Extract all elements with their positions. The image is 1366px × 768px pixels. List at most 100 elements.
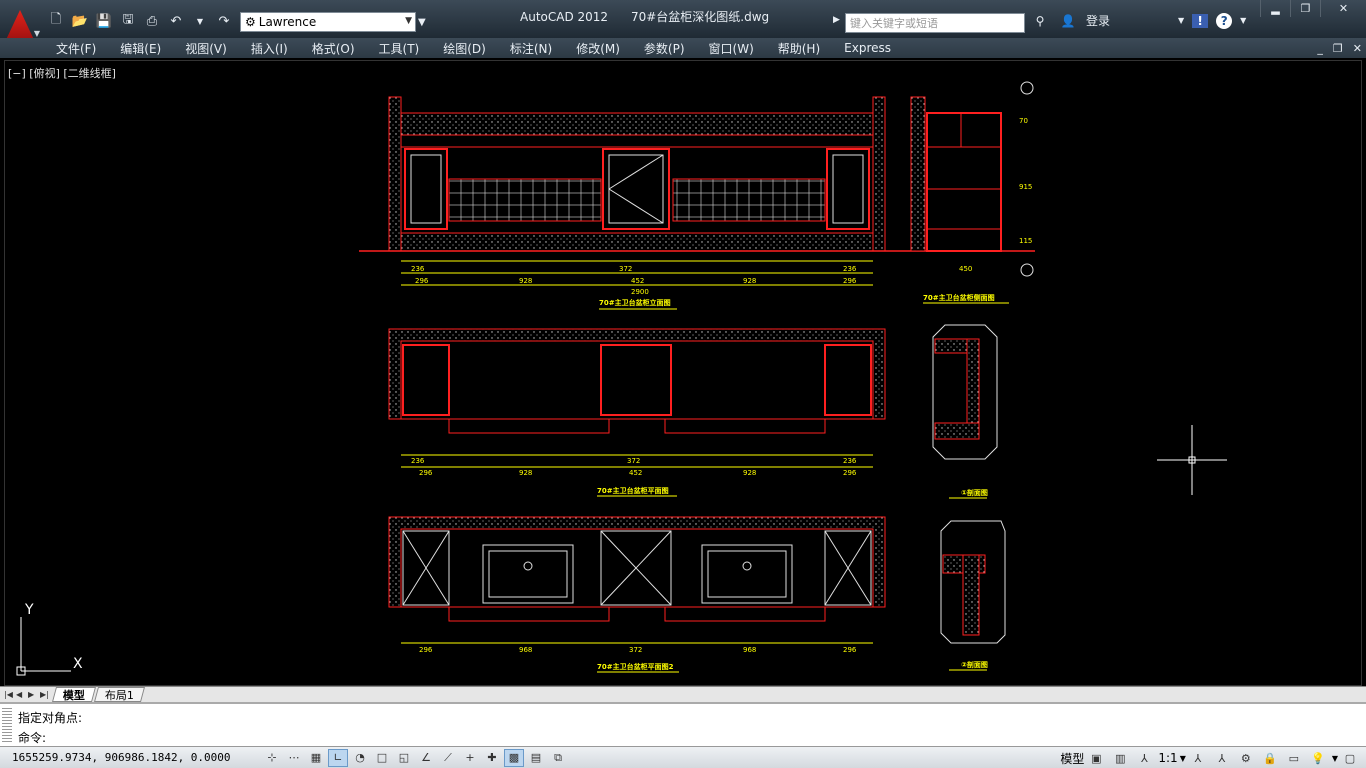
dynamic-input-icon[interactable]: + <box>460 749 480 767</box>
doc-restore-icon[interactable]: ❐ <box>1333 42 1343 55</box>
menu-item[interactable]: 编辑(E) <box>120 40 161 57</box>
dim-text: 928 <box>519 277 532 285</box>
cad-drawing: 236 372 236 296 928 452 928 296 2900 70#… <box>16 81 1227 676</box>
chevron-down-icon[interactable]: ▼ <box>1178 16 1184 25</box>
chevron-down-icon: ▼ <box>33 29 40 38</box>
command-grip[interactable] <box>2 708 12 744</box>
menu-item[interactable]: 插入(I) <box>251 40 288 57</box>
dim-text: 928 <box>743 469 756 477</box>
dim-text: 968 <box>519 646 532 654</box>
first-tab-icon[interactable]: |◀ <box>4 690 14 699</box>
undo-dropdown-icon[interactable]: ▼ <box>190 12 210 30</box>
undo-icon[interactable]: ↶ <box>166 12 186 30</box>
ortho-mode-icon[interactable]: ∟ <box>328 748 348 767</box>
user-icon[interactable]: 👤 <box>1058 14 1078 28</box>
lineweight-icon[interactable]: ✚ <box>482 749 502 767</box>
auto-scale-icon[interactable]: ⅄ <box>1212 749 1232 767</box>
open-file-icon[interactable]: 📂 <box>70 12 90 30</box>
dim-text: 236 <box>411 457 425 465</box>
workspace-select[interactable]: ⚙ Lawrence ▼ <box>240 12 416 32</box>
object-snap-tracking-icon[interactable]: ∠ <box>416 749 436 767</box>
dim-text: 452 <box>631 277 644 285</box>
menu-item[interactable]: 参数(P) <box>644 40 685 57</box>
dynamic-ucs-icon[interactable]: ⟋ <box>438 749 458 767</box>
title-bar: ▼ 🗋 📂 💾 🖫 ⎙ ↶ ▼ ↷ ▼ ⚙ Lawrence ▼ ▼ AutoC… <box>0 0 1366 42</box>
polar-tracking-icon[interactable]: ◔ <box>350 749 370 767</box>
tab-label: 模型 <box>63 688 85 702</box>
next-tab-icon[interactable]: ▶ <box>28 690 38 699</box>
chevron-down-icon[interactable]: ▼ <box>1240 16 1246 25</box>
tab-label: 布局1 <box>105 688 134 702</box>
menu-item[interactable]: 视图(V) <box>185 40 227 57</box>
minimize-icon[interactable]: ▂ <box>1260 0 1290 17</box>
grid-display-icon[interactable]: ▦ <box>306 749 326 767</box>
menu-item[interactable]: 文件(F) <box>56 40 96 57</box>
exchange-icon[interactable]: ! <box>1192 13 1209 28</box>
quick-properties-icon[interactable]: ▤ <box>526 749 546 767</box>
doc-minimize-icon[interactable]: _ <box>1317 42 1323 55</box>
command-input[interactable]: 命令: <box>18 729 46 746</box>
menu-item[interactable]: 标注(N) <box>510 40 552 57</box>
clean-screen-icon[interactable]: ▢ <box>1340 749 1360 767</box>
dim-text: 372 <box>627 457 640 465</box>
snap-mode-icon[interactable]: ⋯ <box>284 749 304 767</box>
last-tab-icon[interactable]: ▶| <box>40 690 50 699</box>
dim-text: 968 <box>743 646 756 654</box>
doc-close-icon[interactable]: ✕ <box>1353 42 1362 55</box>
side-view: 450 70 915 115 70#主卫台盆柜侧面图 <box>910 81 1034 304</box>
restore-icon[interactable]: ❐ <box>1290 0 1320 17</box>
dim-text: 296 <box>419 646 433 654</box>
annotation-scale-icon[interactable]: ⅄ <box>1134 749 1154 767</box>
drawing-viewport[interactable]: [−] [俯视] [二维线框] 236 372 236 296 928 452 … <box>4 60 1362 686</box>
section-details: ①剖面图 ②剖面图 <box>932 324 1006 671</box>
object-snap-icon[interactable]: □ <box>372 749 392 767</box>
selection-cycling-icon[interactable]: ⧉ <box>548 749 568 767</box>
customize-qat-button[interactable]: ▼ <box>418 12 432 32</box>
annotation-scale-value[interactable]: 1:1 <box>1158 751 1177 765</box>
new-file-icon[interactable]: 🗋 <box>46 12 66 30</box>
search-input[interactable]: 键入关键字或短语 <box>845 13 1025 33</box>
isolate-objects-icon[interactable]: 💡 <box>1308 749 1328 767</box>
view-title: 70#主卫台盆柜平面图 <box>597 486 669 495</box>
binoculars-icon[interactable]: ⚲ <box>1030 14 1050 28</box>
coordinate-readout[interactable]: 1655259.9734, 906986.1842, 0.0000 <box>12 751 262 764</box>
menu-item[interactable]: 帮助(H) <box>778 40 820 57</box>
ucs-x-label: X <box>73 656 83 672</box>
layout-view-icon[interactable]: ▣ <box>1086 749 1106 767</box>
dim-text: 236 <box>843 457 857 465</box>
print-icon[interactable]: ⎙ <box>142 12 162 30</box>
model-space-toggle[interactable]: 模型 <box>1060 750 1084 767</box>
annotation-visibility-icon[interactable]: ⅄ <box>1188 749 1208 767</box>
save-as-icon[interactable]: 🖫 <box>118 12 138 30</box>
3d-object-snap-icon[interactable]: ◱ <box>394 749 414 767</box>
lock-icon[interactable]: 🔒 <box>1260 749 1280 767</box>
workspace-switch-icon[interactable]: ⚙ <box>1236 749 1256 767</box>
quick-access-toolbar: 🗋 📂 💾 🖫 ⎙ ↶ ▼ ↷ ▼ <box>46 12 258 30</box>
help-icon[interactable]: ? <box>1216 12 1233 29</box>
menu-item[interactable]: 修改(M) <box>576 40 620 57</box>
tab-layout1[interactable]: 布局1 <box>93 687 146 702</box>
redo-icon[interactable]: ↷ <box>214 12 234 30</box>
menu-item[interactable]: 工具(T) <box>379 40 420 57</box>
elevation-view: 236 372 236 296 928 452 928 296 2900 70#… <box>359 96 1035 310</box>
document-window-controls: _ ❐ ✕ <box>1317 38 1362 58</box>
dim-text: 296 <box>419 469 433 477</box>
menu-item[interactable]: 格式(O) <box>312 40 355 57</box>
close-icon[interactable]: ✕ <box>1320 0 1366 17</box>
tab-model[interactable]: 模型 <box>51 687 97 702</box>
quick-view-icon[interactable]: ▥ <box>1110 749 1130 767</box>
menu-item[interactable]: 绘图(D) <box>443 40 486 57</box>
dim-text: 236 <box>843 265 857 273</box>
hardware-acceleration-icon[interactable]: ▭ <box>1284 749 1304 767</box>
login-link[interactable]: 登录 <box>1086 12 1110 29</box>
dim-text: 450 <box>959 265 972 273</box>
save-icon[interactable]: 💾 <box>94 12 114 30</box>
search-expand-icon[interactable]: ▶ <box>833 15 840 25</box>
menu-item[interactable]: 窗口(W) <box>709 40 754 57</box>
transparency-icon[interactable]: ▩ <box>504 748 524 767</box>
prev-tab-icon[interactable]: ◀ <box>16 690 26 699</box>
chevron-down-icon[interactable]: ▼ <box>1180 754 1186 763</box>
infer-constraints-icon[interactable]: ⊹ <box>262 749 282 767</box>
chevron-down-icon[interactable]: ▼ <box>1332 754 1338 763</box>
menu-item[interactable]: Express <box>844 41 891 55</box>
